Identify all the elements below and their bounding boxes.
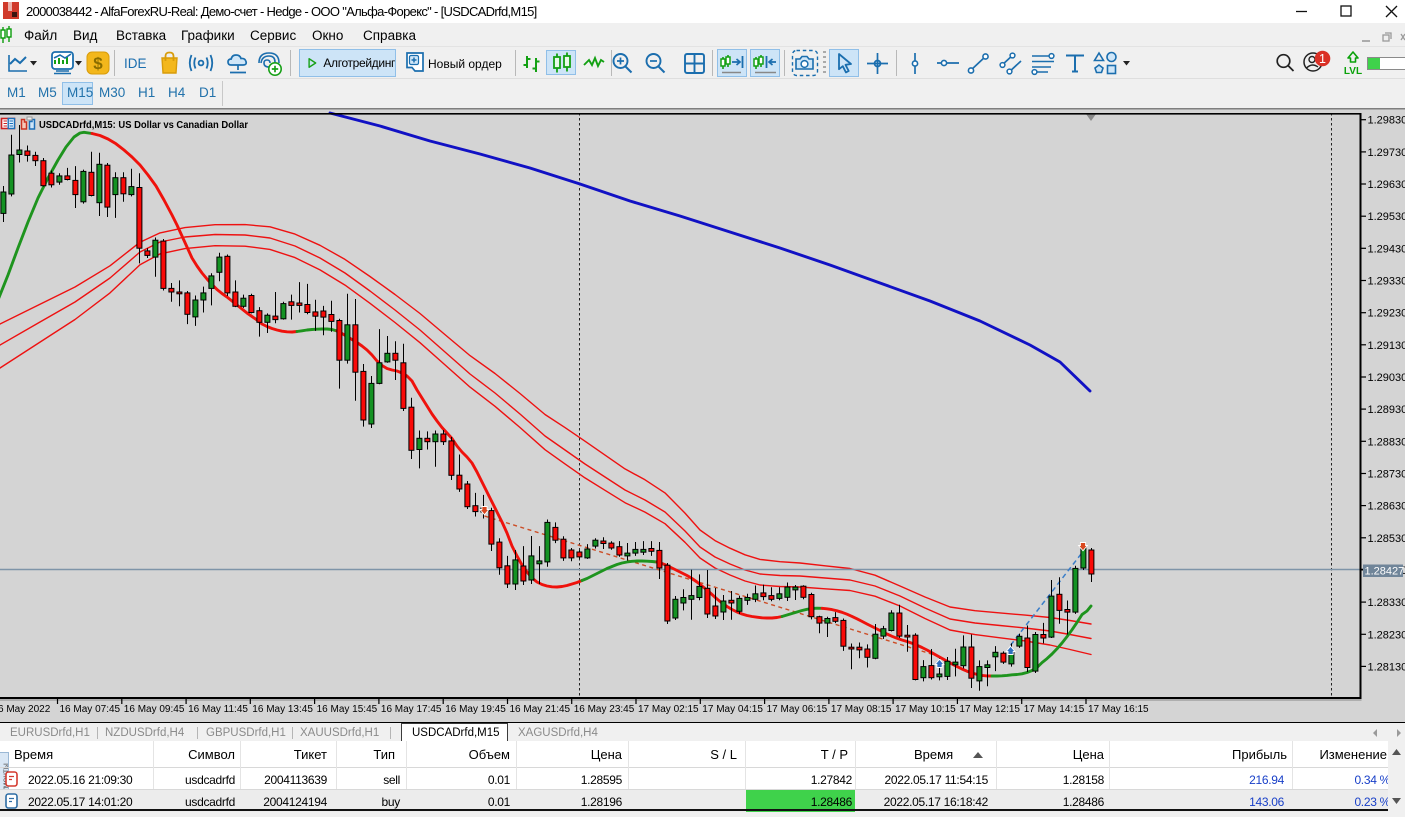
svg-text:17 May 10:15: 17 May 10:15	[895, 704, 956, 715]
svg-text:1.28730: 1.28730	[1368, 469, 1405, 481]
svg-text:1.28630: 1.28630	[1368, 501, 1405, 513]
svg-text:1.28427: 1.28427	[1365, 566, 1405, 578]
svg-text:1.29730: 1.29730	[1368, 147, 1405, 159]
svg-text:1.29130: 1.29130	[1368, 340, 1405, 352]
svg-text:1.28230: 1.28230	[1368, 629, 1405, 641]
svg-text:1.28930: 1.28930	[1368, 404, 1405, 416]
svg-text:17 May 06:15: 17 May 06:15	[767, 704, 828, 715]
svg-text:16 May 07:45: 16 May 07:45	[60, 704, 121, 715]
svg-text:16 May 23:45: 16 May 23:45	[574, 704, 635, 715]
svg-text:1.29330: 1.29330	[1368, 276, 1405, 288]
svg-text:1.29430: 1.29430	[1368, 243, 1405, 255]
svg-text:LVL: LVL	[1344, 66, 1362, 77]
svg-text:16 May 21:45: 16 May 21:45	[510, 704, 571, 715]
svg-text:16 May 19:45: 16 May 19:45	[445, 704, 506, 715]
svg-text:16 May 13:45: 16 May 13:45	[252, 704, 313, 715]
svg-text:6 May 2022: 6 May 2022	[0, 704, 51, 715]
svg-text:1.28130: 1.28130	[1368, 661, 1405, 673]
svg-text:16 May 09:45: 16 May 09:45	[124, 704, 185, 715]
svg-text:16 May 15:45: 16 May 15:45	[317, 704, 378, 715]
svg-text:1.29830: 1.29830	[1368, 115, 1405, 127]
svg-text:17 May 02:15: 17 May 02:15	[638, 704, 699, 715]
svg-text:1.29230: 1.29230	[1368, 308, 1405, 320]
svg-text:1.29530: 1.29530	[1368, 211, 1405, 223]
svg-text:17 May 14:15: 17 May 14:15	[1024, 704, 1085, 715]
svg-text:17 May 12:15: 17 May 12:15	[959, 704, 1020, 715]
svg-text:17 May 16:15: 17 May 16:15	[1088, 704, 1149, 715]
svg-text:1.29630: 1.29630	[1368, 179, 1405, 191]
svg-text:1.28830: 1.28830	[1368, 436, 1405, 448]
svg-text:1: 1	[1319, 52, 1326, 66]
svg-text:1.28330: 1.28330	[1368, 597, 1405, 609]
svg-text:$: $	[93, 54, 103, 73]
svg-text:1.28530: 1.28530	[1368, 533, 1405, 545]
svg-text:16 May 17:45: 16 May 17:45	[381, 704, 442, 715]
svg-text:16 May 11:45: 16 May 11:45	[188, 704, 248, 715]
svg-text:17 May 08:15: 17 May 08:15	[831, 704, 892, 715]
svg-text:USDCADrfd,M15: US Dollar vs C: USDCADrfd,M15: US Dollar vs Canadian Dol…	[39, 120, 248, 131]
svg-text:1.29030: 1.29030	[1368, 372, 1405, 384]
svg-text:17 May 04:15: 17 May 04:15	[702, 704, 763, 715]
